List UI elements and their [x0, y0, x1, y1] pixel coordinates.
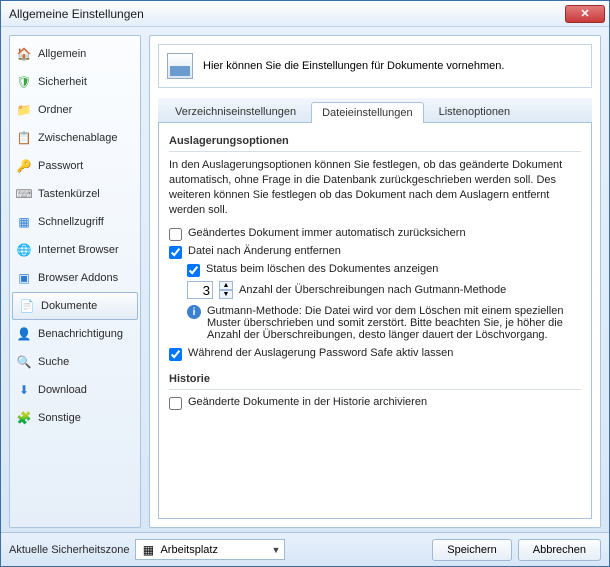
sidebar-icon: 🛡: [16, 74, 32, 90]
chevron-down-icon: ▼: [272, 545, 281, 555]
sidebar-item-schnellzugriff[interactable]: ▦ Schnellzugriff: [10, 208, 140, 236]
sidebar-item-label: Dokumente: [41, 300, 97, 312]
gutmann-info-text: Gutmann-Methode: Die Datei wird vor dem …: [207, 305, 581, 341]
sidebar-item-download[interactable]: ⬇ Download: [10, 376, 140, 404]
sidebar-item-suche[interactable]: 🔍 Suche: [10, 348, 140, 376]
zone-label: Aktuelle Sicherheitszone: [9, 544, 129, 556]
sidebar-icon: 👤: [16, 326, 32, 342]
banner: Hier können Sie die Einstellungen für Do…: [158, 44, 592, 88]
sidebar-item-label: Download: [38, 384, 87, 396]
chk-auto-backup-input[interactable]: [169, 228, 182, 241]
chk-history-archive[interactable]: Geänderte Dokumente in der Historie arch…: [169, 396, 581, 410]
chk-show-status-input[interactable]: [187, 264, 200, 277]
sidebar-icon: ▦: [16, 214, 32, 230]
cancel-button[interactable]: Abbrechen: [518, 539, 601, 561]
sidebar-icon: 📋: [16, 130, 32, 146]
chk-keep-active[interactable]: Während der Auslagerung Password Safe ak…: [169, 347, 581, 361]
save-button[interactable]: Speichern: [432, 539, 512, 561]
sidebar-icon: 🧩: [16, 410, 32, 426]
chk-remove-file-label: Datei nach Änderung entfernen: [188, 245, 341, 257]
sidebar-item-label: Sicherheit: [38, 76, 87, 88]
sidebar-item-tastenkürzel[interactable]: ⌨ Tastenkürzel: [10, 180, 140, 208]
sidebar-item-sicherheit[interactable]: 🛡 Sicherheit: [10, 68, 140, 96]
sidebar-item-label: Browser Addons: [38, 272, 118, 284]
chk-keep-active-input[interactable]: [169, 348, 182, 361]
sidebar-icon: ⬇: [16, 382, 32, 398]
sidebar-item-label: Passwort: [38, 160, 83, 172]
spin-up-button[interactable]: ▲: [219, 281, 233, 290]
grid-icon: ▦: [140, 542, 156, 558]
sidebar-icon: ⌨: [16, 186, 32, 202]
spin-down-button[interactable]: ▼: [219, 290, 233, 299]
chk-show-status[interactable]: Status beim löschen des Dokumentes anzei…: [187, 263, 581, 277]
sidebar-icon: 🔑: [16, 158, 32, 174]
zone-combo[interactable]: ▦ Arbeitsplatz ▼: [135, 539, 285, 560]
tab-0[interactable]: Verzeichniseinstellungen: [164, 101, 307, 122]
chk-show-status-label: Status beim löschen des Dokumentes anzei…: [206, 263, 438, 275]
titlebar: Allgemeine Einstellungen ✕: [1, 1, 609, 27]
sidebar-icon: 🌐: [16, 242, 32, 258]
sidebar-item-ordner[interactable]: 📁 Ordner: [10, 96, 140, 124]
sidebar-item-browser addons[interactable]: ▣ Browser Addons: [10, 264, 140, 292]
settings-window: Allgemeine Einstellungen ✕ 🏠 Allgemein 🛡 Si…: [0, 0, 610, 567]
sidebar-item-allgemein[interactable]: 🏠 Allgemein: [10, 40, 140, 68]
chk-history-archive-label: Geänderte Dokumente in der Historie arch…: [188, 396, 427, 408]
chk-history-archive-input[interactable]: [169, 397, 182, 410]
sidebar-icon: 🏠: [16, 46, 32, 62]
chk-remove-file[interactable]: Datei nach Änderung entfernen: [169, 245, 581, 259]
sidebar: 🏠 Allgemein 🛡 Sicherheit 📁 Ordner 📋 Zwischenabl…: [9, 35, 141, 528]
zone-value: Arbeitsplatz: [160, 544, 217, 556]
overwrite-count-label: Anzahl der Überschreibungen nach Gutmann…: [239, 284, 506, 296]
tab-pane: Auslagerungsoptionen In den Auslagerungs…: [158, 123, 592, 519]
chk-keep-active-label: Während der Auslagerung Password Safe ak…: [188, 347, 453, 359]
sidebar-icon: 📄: [19, 298, 35, 314]
sidebar-item-label: Allgemein: [38, 48, 86, 60]
tabstrip: VerzeichniseinstellungenDateieinstellung…: [158, 98, 592, 123]
swap-description: In den Auslagerungsoptionen können Sie f…: [169, 158, 581, 217]
sidebar-item-passwort[interactable]: 🔑 Passwort: [10, 152, 140, 180]
sidebar-item-zwischenablage[interactable]: 📋 Zwischenablage: [10, 124, 140, 152]
banner-text: Hier können Sie die Einstellungen für Do…: [203, 60, 504, 72]
sidebar-icon: 📁: [16, 102, 32, 118]
sidebar-item-label: Schnellzugriff: [38, 216, 104, 228]
sidebar-item-label: Tastenkürzel: [38, 188, 100, 200]
overwrite-count-input[interactable]: [187, 281, 213, 299]
content-panel: Hier können Sie die Einstellungen für Do…: [149, 35, 601, 528]
sidebar-item-label: Suche: [38, 356, 69, 368]
chk-auto-backup[interactable]: Geändertes Dokument immer automatisch zu…: [169, 227, 581, 241]
sidebar-item-benachrichtigung[interactable]: 👤 Benachrichtigung: [10, 320, 140, 348]
sidebar-item-internet browser[interactable]: 🌐 Internet Browser: [10, 236, 140, 264]
document-icon: [167, 53, 193, 79]
section-swap-head: Auslagerungsoptionen: [169, 131, 581, 152]
close-icon: ✕: [580, 7, 589, 20]
info-icon: i: [187, 305, 201, 319]
sidebar-item-label: Sonstige: [38, 412, 81, 424]
chk-remove-file-input[interactable]: [169, 246, 182, 259]
spin-buttons: ▲ ▼: [219, 281, 233, 299]
sidebar-item-label: Internet Browser: [38, 244, 119, 256]
sidebar-item-label: Benachrichtigung: [38, 328, 123, 340]
sidebar-icon: 🔍: [16, 354, 32, 370]
sidebar-item-label: Zwischenablage: [38, 132, 118, 144]
tab-1[interactable]: Dateieinstellungen: [311, 102, 424, 123]
sidebar-item-sonstige[interactable]: 🧩 Sonstige: [10, 404, 140, 432]
section-history-head: Historie: [169, 369, 581, 390]
footer: Aktuelle Sicherheitszone ▦ Arbeitsplatz …: [1, 532, 609, 566]
sidebar-item-label: Ordner: [38, 104, 72, 116]
chk-auto-backup-label: Geändertes Dokument immer automatisch zu…: [188, 227, 466, 239]
gutmann-info: i Gutmann-Methode: Die Datei wird vor de…: [187, 305, 581, 341]
sidebar-item-dokumente[interactable]: 📄 Dokumente: [12, 292, 138, 320]
tab-2[interactable]: Listenoptionen: [428, 101, 522, 122]
close-button[interactable]: ✕: [565, 5, 605, 23]
sidebar-icon: ▣: [16, 270, 32, 286]
overwrite-count-row: ▲ ▼ Anzahl der Überschreibungen nach Gut…: [187, 281, 581, 299]
window-title: Allgemeine Einstellungen: [9, 7, 565, 21]
